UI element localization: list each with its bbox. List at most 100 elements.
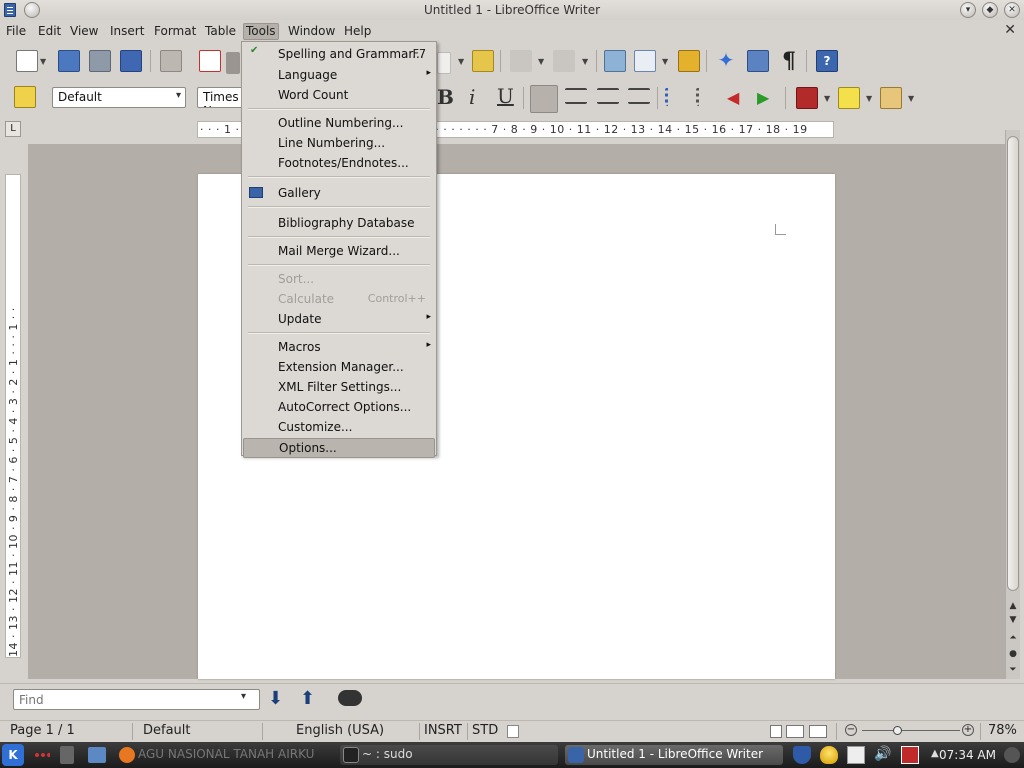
print-icon[interactable] — [58, 50, 80, 72]
menu-file[interactable]: File — [3, 23, 29, 40]
single-page-view-icon[interactable] — [770, 725, 782, 738]
language[interactable]: English (USA) — [296, 723, 384, 738]
task-terminal[interactable]: ~ : sudo — [340, 745, 558, 765]
network-icon[interactable] — [901, 746, 919, 764]
menu-bibliography-database[interactable]: Bibliography Database — [242, 213, 436, 233]
bold-icon[interactable]: B — [437, 85, 454, 109]
clone-formatting-icon[interactable] — [472, 50, 494, 72]
find-next-icon[interactable]: ⬇ — [268, 688, 283, 709]
background-color-icon[interactable] — [880, 87, 902, 109]
volume-icon[interactable]: 🔊 — [874, 746, 892, 764]
save-icon[interactable] — [89, 50, 111, 72]
zoom-slider-knob[interactable] — [893, 726, 902, 735]
decrease-indent-icon[interactable]: ◀ — [727, 88, 749, 110]
find-previous-icon[interactable]: ⬆ — [300, 688, 315, 709]
zoom-out-icon[interactable]: − — [845, 724, 857, 736]
maximize-button[interactable]: ◆ — [982, 2, 998, 18]
menu-spelling-and-grammar[interactable]: ✔ Spelling and Grammar... F7 — [242, 44, 436, 64]
redo-icon[interactable] — [553, 50, 575, 72]
menu-macros[interactable]: Macros ▸ — [242, 337, 436, 357]
menu-window[interactable]: Window — [285, 23, 338, 40]
menu-update[interactable]: Update ▸ — [242, 309, 436, 329]
paragraph-style-select[interactable]: Default ▾ — [52, 87, 186, 108]
increase-indent-icon[interactable]: ▶ — [757, 88, 779, 110]
next-page-icon[interactable]: ⏷ — [1007, 664, 1019, 676]
menu-options[interactable]: Options... — [243, 438, 435, 458]
undo-icon[interactable] — [510, 50, 532, 72]
zoom-slider[interactable] — [862, 726, 960, 735]
menu-autocorrect-options[interactable]: AutoCorrect Options... — [242, 397, 436, 417]
help-icon[interactable]: ? — [816, 50, 838, 72]
page-style[interactable]: Default — [143, 723, 191, 738]
menu-line-numbering[interactable]: Line Numbering... — [242, 133, 436, 153]
paste-icon[interactable] — [437, 52, 451, 74]
gallery-toolbar-icon[interactable] — [747, 50, 769, 72]
insert-table-icon[interactable] — [634, 50, 656, 72]
save-as-icon[interactable] — [120, 50, 142, 72]
find-replace-binoculars-icon[interactable] — [338, 690, 362, 706]
new-document-icon[interactable] — [16, 50, 38, 72]
device-notifier-icon[interactable] — [60, 746, 74, 764]
vertical-ruler[interactable]: 14 · 13 · 12 · 11 · 10 · 9 · 8 · 7 · 6 ·… — [5, 174, 21, 658]
align-center-icon[interactable] — [565, 88, 587, 104]
formatting-marks-icon[interactable]: ¶ — [778, 50, 800, 72]
zoom-level[interactable]: 78% — [988, 723, 1017, 738]
close-window-button[interactable]: ✕ — [1004, 2, 1020, 18]
zoom-in-icon[interactable]: + — [962, 724, 974, 736]
show-draw-functions-icon[interactable] — [678, 50, 700, 72]
bullets-icon[interactable] — [696, 88, 718, 106]
selection-mode[interactable]: STD — [472, 723, 498, 738]
minimize-button[interactable]: ▾ — [960, 2, 976, 18]
menu-edit[interactable]: Edit — [35, 23, 64, 40]
page-count[interactable]: Page 1 / 1 — [10, 723, 75, 738]
menu-xml-filter-settings[interactable]: XML Filter Settings... — [242, 377, 436, 397]
print-direct-icon[interactable] — [226, 52, 240, 74]
navigator-icon[interactable]: ✦ — [715, 50, 737, 72]
task-writer[interactable]: Untitled 1 - LibreOffice Writer — [565, 745, 783, 765]
scroll-down-icon[interactable]: ▼ — [1007, 614, 1019, 626]
multi-page-view-icon[interactable] — [786, 725, 804, 738]
menu-language[interactable]: Language ▸ — [242, 65, 436, 85]
find-input[interactable] — [13, 689, 260, 710]
menu-extension-manager[interactable]: Extension Manager... — [242, 357, 436, 377]
insert-mode[interactable]: INSRT — [424, 723, 462, 738]
cashew-icon[interactable] — [1004, 747, 1020, 763]
tab-stop-selector[interactable]: L — [5, 121, 21, 137]
close-document-icon[interactable]: ✕ — [1004, 22, 1016, 38]
chevron-down-icon[interactable]: ▾ — [241, 691, 246, 702]
menu-view[interactable]: View — [67, 23, 101, 40]
kde-menu-icon[interactable]: K — [2, 744, 24, 766]
edit-mode-icon[interactable] — [160, 50, 182, 72]
align-justify-icon[interactable] — [628, 88, 650, 104]
align-left-icon[interactable] — [530, 85, 558, 113]
export-pdf-icon[interactable] — [199, 50, 221, 72]
hyperlink-icon[interactable] — [604, 50, 626, 72]
italic-icon[interactable]: i — [469, 85, 475, 109]
menu-help[interactable]: Help — [341, 23, 374, 40]
navigation-icon[interactable]: ● — [1007, 648, 1019, 660]
menu-table[interactable]: Table — [202, 23, 239, 40]
show-desktop-icon[interactable] — [88, 747, 106, 763]
clipboard-icon[interactable] — [847, 746, 865, 764]
highlighting-icon[interactable] — [838, 87, 860, 109]
menu-insert[interactable]: Insert — [107, 23, 147, 40]
font-name-select[interactable]: Times N — [197, 87, 243, 108]
new-dropdown-icon[interactable]: ▼ — [40, 57, 46, 66]
menu-footnotes-endnotes[interactable]: Footnotes/Endnotes... — [242, 153, 436, 173]
menu-mail-merge-wizard[interactable]: Mail Merge Wizard... — [242, 241, 436, 261]
shield-icon[interactable] — [793, 746, 811, 764]
scrollbar-thumb[interactable] — [1007, 136, 1019, 591]
styles-formatting-icon[interactable] — [14, 86, 36, 108]
menu-gallery[interactable]: Gallery — [242, 183, 436, 203]
underline-icon[interactable]: U — [497, 84, 514, 108]
menu-word-count[interactable]: Word Count — [242, 85, 436, 105]
pager-icon[interactable] — [34, 752, 50, 758]
clock[interactable]: 07:34 AM — [939, 748, 996, 762]
menu-customize[interactable]: Customize... — [242, 417, 436, 437]
menu-format[interactable]: Format — [151, 23, 199, 40]
menu-tools[interactable]: Tools — [243, 23, 279, 40]
vertical-scrollbar[interactable]: ▲ ▼ ⏶ ● ⏷ — [1005, 130, 1020, 679]
align-right-icon[interactable] — [597, 88, 619, 104]
previous-page-icon[interactable]: ⏶ — [1007, 632, 1019, 644]
book-view-icon[interactable] — [809, 725, 827, 738]
